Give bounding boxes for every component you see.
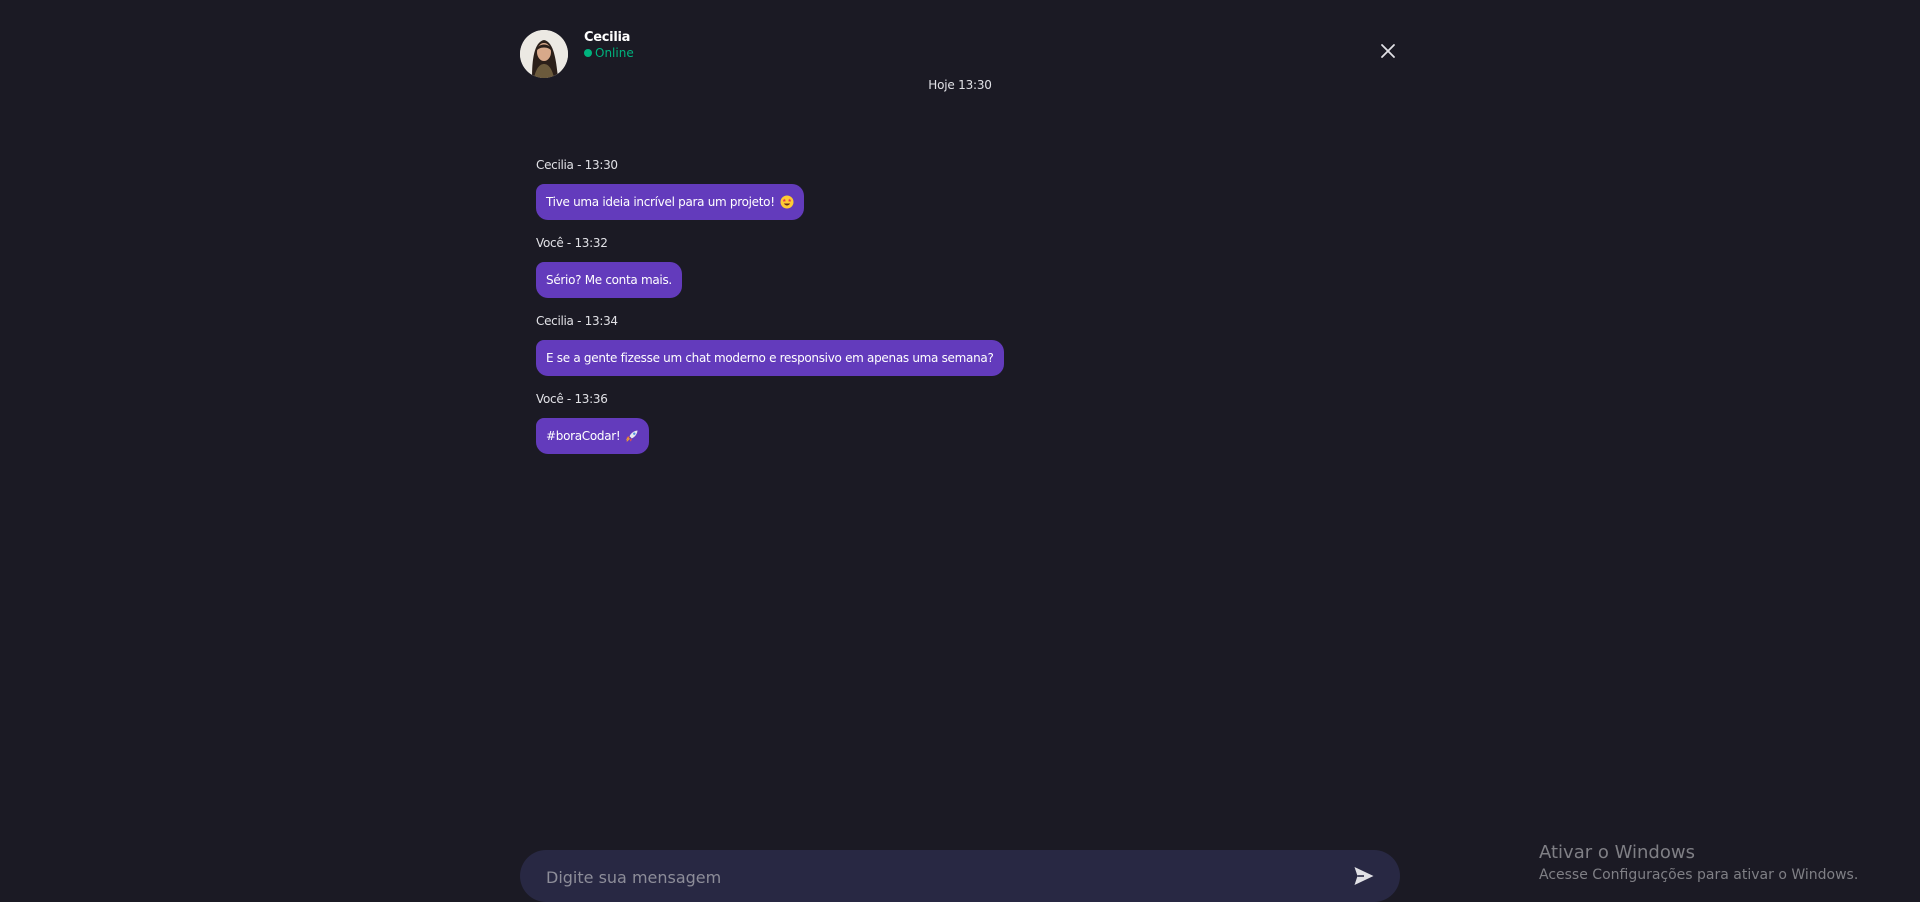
chat-window: Cecilia Online Hoje 13:30 Cecilia - 13:3… [520,0,1400,902]
message-item: Você - 13:36 #boraCodar! [536,392,1386,470]
message-input[interactable] [544,858,1328,896]
send-button[interactable] [1352,864,1376,888]
message-bubble: #boraCodar! [536,418,650,454]
message-list: Cecilia - 13:30 Tive uma ideia incrível … [536,158,1386,470]
chat-header: Cecilia Online [520,30,1400,80]
watermark-title: Ativar o Windows [1539,842,1695,863]
message-meta: Você - 13:36 [536,392,608,406]
message-text: #boraCodar! [546,429,621,443]
avatar-photo-icon [520,30,568,78]
message-bubble: Sério? Me conta mais. [536,262,682,298]
star-struck-emoji-icon [780,195,794,209]
watermark-subtitle: Acesse Configurações para ativar o Windo… [1539,867,1859,883]
rocket-emoji-icon [625,429,639,443]
message-text: Tive uma ideia incrível para um projeto! [546,195,775,209]
message-item: Você - 13:32 Sério? Me conta mais. [536,236,1386,314]
message-composer [520,850,1400,902]
message-meta: Cecilia - 13:34 [536,314,618,328]
close-icon [1381,44,1395,58]
online-dot-icon [584,49,592,57]
message-meta: Você - 13:32 [536,236,608,250]
message-text: E se a gente fizesse um chat moderno e r… [546,351,994,365]
message-meta: Cecilia - 13:30 [536,158,618,172]
message-text: Sério? Me conta mais. [546,273,672,287]
close-button[interactable] [1380,43,1396,59]
status-text: Online [595,46,634,60]
send-icon [1354,867,1374,885]
online-status: Online [584,46,634,60]
date-label: Hoje 13:30 [928,78,992,92]
message-item: Cecilia - 13:34 E se a gente fizesse um … [536,314,1386,392]
contact-name: Cecilia [584,30,631,45]
message-bubble: Tive uma ideia incrível para um projeto! [536,184,804,220]
message-item: Cecilia - 13:30 Tive uma ideia incrível … [536,158,1386,236]
message-bubble: E se a gente fizesse um chat moderno e r… [536,340,1004,376]
avatar[interactable] [520,30,568,78]
windows-activation-watermark: Ativar o Windows Acesse Configurações pa… [1539,842,1858,884]
